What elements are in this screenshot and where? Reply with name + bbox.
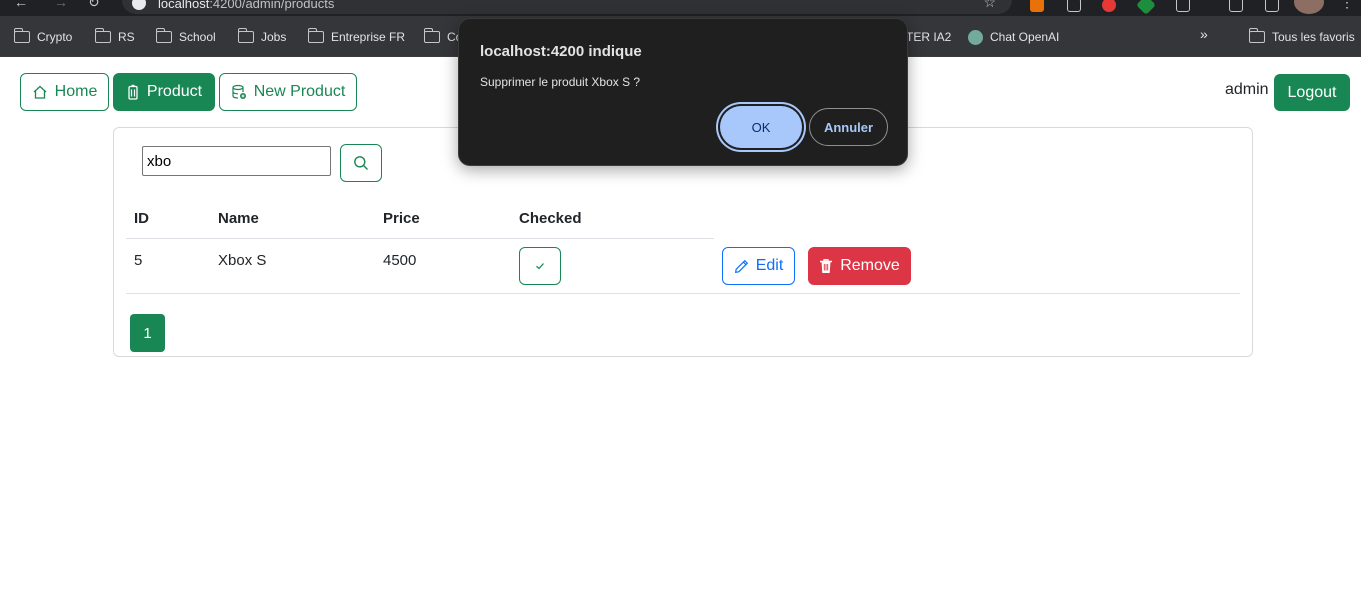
column-header-name: Name bbox=[218, 210, 259, 227]
bookmark-crypto[interactable]: Crypto bbox=[13, 28, 72, 46]
search-icon bbox=[354, 156, 368, 170]
bookmark-chat-openai[interactable]: Chat OpenAI bbox=[968, 28, 1059, 46]
download-icon[interactable] bbox=[1229, 0, 1243, 12]
checked-toggle-button[interactable] bbox=[519, 247, 561, 285]
ok-button[interactable]: OK bbox=[720, 106, 802, 148]
pencil-icon bbox=[734, 259, 748, 273]
extension-icon[interactable] bbox=[1067, 0, 1081, 12]
cell-price: 4500 bbox=[383, 252, 417, 269]
site-info-icon[interactable] bbox=[132, 0, 146, 10]
column-header-checked: Checked bbox=[519, 210, 582, 227]
bookmark-star-icon[interactable]: ☆ bbox=[983, 0, 996, 11]
remove-button[interactable]: Remove bbox=[808, 247, 911, 285]
bookmark-rs[interactable]: RS bbox=[94, 28, 135, 46]
username-label: admin bbox=[1225, 81, 1269, 98]
folder-icon bbox=[307, 28, 324, 43]
folder-icon bbox=[155, 28, 172, 43]
new-product-button[interactable]: New Product bbox=[219, 73, 357, 111]
cell-name: Xbox S bbox=[218, 252, 267, 269]
bookmark-ter-ia2[interactable]: TER IA2 bbox=[906, 28, 951, 46]
database-add-icon bbox=[232, 84, 246, 99]
bookmark-entreprise-fr[interactable]: Entreprise FR bbox=[307, 28, 405, 46]
battery-icon bbox=[128, 84, 138, 100]
forward-icon[interactable]: → bbox=[54, 0, 68, 10]
folder-icon bbox=[237, 28, 254, 43]
profile-avatar[interactable] bbox=[1294, 0, 1324, 14]
chatgpt-icon bbox=[968, 29, 983, 45]
extensions-puzzle-icon[interactable] bbox=[1176, 0, 1190, 12]
folder-icon bbox=[423, 28, 440, 43]
bookmark-co[interactable]: Co bbox=[423, 28, 462, 46]
table-row-divider bbox=[126, 293, 1240, 294]
dialog-title: localhost:4200 indique bbox=[480, 43, 642, 60]
dialog-message: Supprimer le produit Xbox S ? bbox=[480, 75, 641, 89]
house-icon bbox=[33, 85, 47, 99]
reload-icon[interactable]: ↻ bbox=[88, 0, 100, 11]
side-panel-icon[interactable] bbox=[1265, 0, 1279, 12]
more-bookmarks-icon[interactable]: » bbox=[1200, 26, 1208, 42]
column-header-price: Price bbox=[383, 210, 420, 227]
table-header-divider bbox=[126, 238, 714, 239]
logout-button[interactable]: Logout bbox=[1274, 74, 1350, 111]
search-button[interactable] bbox=[340, 144, 382, 182]
menu-icon[interactable]: ⋮ bbox=[1340, 0, 1354, 11]
cell-id: 5 bbox=[134, 252, 143, 269]
back-icon[interactable]: ← bbox=[14, 0, 28, 10]
cancel-button[interactable]: Annuler bbox=[809, 108, 888, 146]
extension-icon[interactable] bbox=[1102, 0, 1116, 12]
search-input[interactable] bbox=[142, 146, 331, 176]
home-button[interactable]: Home bbox=[20, 73, 109, 111]
folder-icon bbox=[13, 28, 30, 43]
product-button[interactable]: Product bbox=[113, 73, 215, 111]
bookmark-school[interactable]: School bbox=[155, 28, 216, 46]
url-text: localhost:4200/admin/products bbox=[158, 0, 335, 11]
folder-icon bbox=[94, 28, 111, 43]
address-bar[interactable]: localhost:4200/admin/products ☆ bbox=[122, 0, 1012, 14]
column-header-id: ID bbox=[134, 210, 149, 227]
trash-icon bbox=[820, 259, 833, 273]
bookmark-all[interactable]: Tous les favoris bbox=[1248, 28, 1355, 46]
confirm-dialog: localhost:4200 indique Supprimer le prod… bbox=[458, 18, 908, 166]
extension-icon[interactable] bbox=[1030, 0, 1044, 12]
folder-icon bbox=[1248, 28, 1265, 43]
bookmark-jobs[interactable]: Jobs bbox=[237, 28, 286, 46]
edit-button[interactable]: Edit bbox=[722, 247, 795, 285]
browser-toolbar: ← → ↻ localhost:4200/admin/products ☆ ⋮ bbox=[0, 0, 1361, 16]
check-icon bbox=[536, 263, 544, 270]
page-button-1[interactable]: 1 bbox=[130, 314, 165, 352]
extension-icon[interactable] bbox=[1136, 0, 1156, 15]
